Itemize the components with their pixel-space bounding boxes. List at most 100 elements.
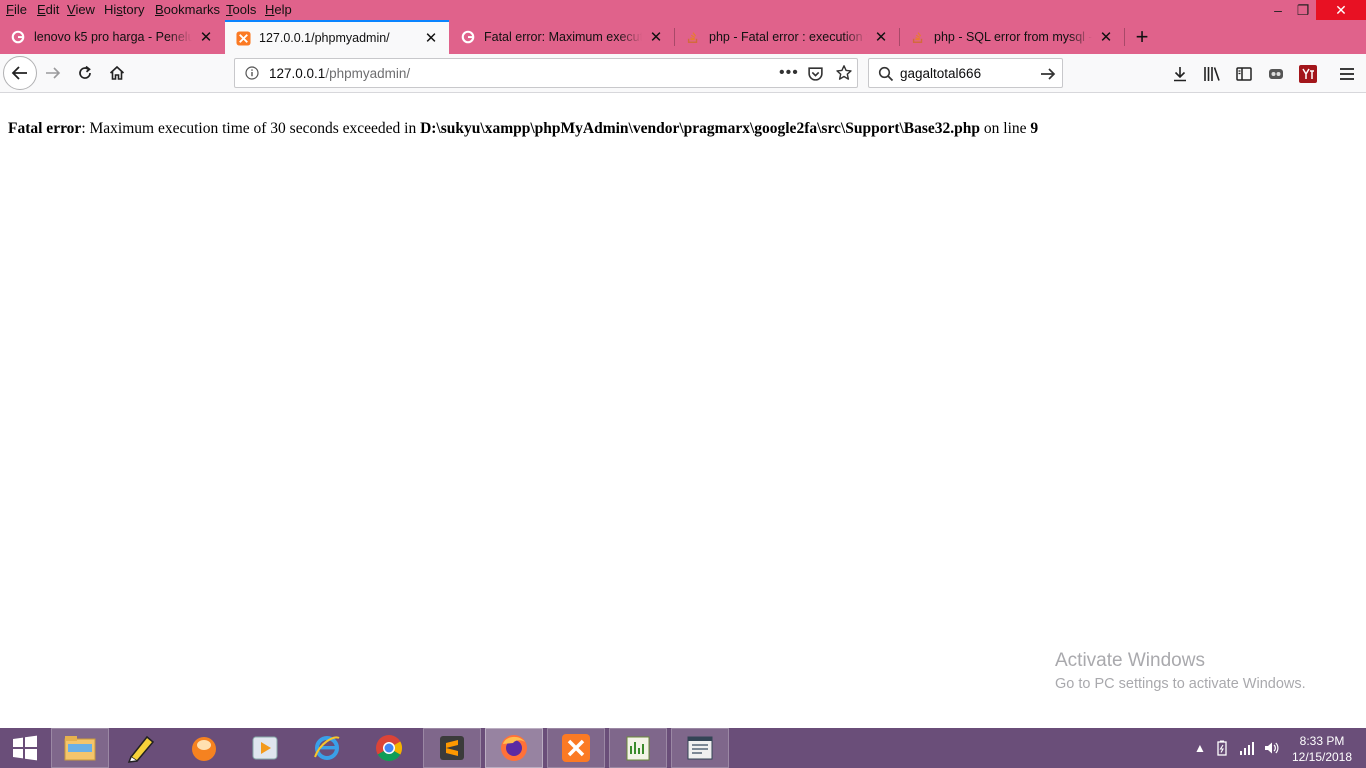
taskbar-internet-explorer[interactable] <box>298 728 356 768</box>
page-content: Fatal error: Maximum execution time of 3… <box>0 93 1366 728</box>
close-icon[interactable]: ✕ <box>423 29 439 47</box>
close-window-button[interactable]: ✕ <box>1316 0 1366 20</box>
back-arrow-icon <box>11 66 27 80</box>
search-input[interactable]: gagaltotal666 <box>900 66 981 81</box>
library-icon <box>1204 67 1220 81</box>
library-button[interactable] <box>1201 63 1223 85</box>
google-icon <box>460 29 476 45</box>
forward-arrow-icon <box>46 67 61 79</box>
info-icon[interactable] <box>245 66 259 80</box>
forward-button[interactable] <box>38 58 68 88</box>
file-explorer-icon <box>64 736 96 761</box>
url-text[interactable]: 127.0.0.1/phpmyadmin/ <box>269 66 410 81</box>
media-player-icon <box>252 736 278 760</box>
error-message: : Maximum execution time of 30 seconds e… <box>81 120 421 137</box>
pocket-icon[interactable] <box>807 65 824 82</box>
tab-title: 127.0.0.1/phpmyadmin/ <box>259 31 390 45</box>
hamburger-menu-icon <box>1340 68 1354 80</box>
download-icon <box>1174 67 1186 82</box>
error-line-number: 9 <box>1030 120 1039 137</box>
system-clock[interactable]: 8:33 PM 12/15/2018 <box>1282 733 1362 765</box>
tab-stackoverflow-fatal[interactable]: php - Fatal error : execution tin ✕ <box>675 20 899 53</box>
tab-lenovo-search[interactable]: lenovo k5 pro harga - Penelusu ✕ <box>0 20 224 53</box>
watermark-subtitle: Go to PC settings to activate Windows. <box>1055 676 1306 692</box>
error-label: Fatal error <box>8 120 82 137</box>
start-button[interactable] <box>0 728 50 768</box>
close-icon[interactable]: ✕ <box>1098 28 1114 46</box>
close-icon[interactable]: ✕ <box>198 28 214 46</box>
extension-icon <box>1269 69 1283 79</box>
close-icon[interactable]: ✕ <box>873 28 889 46</box>
bookmark-star-icon[interactable] <box>835 64 853 82</box>
reload-icon <box>79 65 91 79</box>
back-button[interactable] <box>3 56 37 90</box>
new-tab-button[interactable]: + <box>1128 20 1156 54</box>
php-fatal-error-message: Fatal error: Maximum execution time of 3… <box>8 120 1038 138</box>
home-button[interactable] <box>102 58 132 88</box>
menu-bookmarks[interactable]: Bookmarks <box>155 2 220 17</box>
network-signal-icon[interactable] <box>1239 740 1255 756</box>
firefox-icon <box>501 735 527 761</box>
taskbar-sublime-text[interactable] <box>423 728 481 768</box>
activate-windows-watermark: Activate Windows Go to PC settings to ac… <box>1055 650 1306 692</box>
menu-tools[interactable]: Tools <box>226 2 256 17</box>
tab-stackoverflow-sql[interactable]: php - SQL error from mysql - St ✕ <box>900 20 1124 53</box>
volume-icon[interactable] <box>1263 740 1279 756</box>
tab-fatal-error-search[interactable]: Fatal error: Maximum executio ✕ <box>450 20 674 53</box>
battery-charging-icon[interactable] <box>1214 740 1230 756</box>
sidebar-icon <box>1236 67 1252 81</box>
vlc-style-icon <box>192 737 216 761</box>
menu-help[interactable]: Help <box>265 2 292 17</box>
clock-date: 12/15/2018 <box>1291 750 1353 764</box>
menu-history[interactable]: History <box>104 2 144 17</box>
taskbar-pencil-app[interactable] <box>113 728 171 768</box>
chrome-icon <box>376 735 403 762</box>
open-menu-button[interactable] <box>1336 63 1358 85</box>
tab-phpmyadmin[interactable]: 127.0.0.1/phpmyadmin/ ✕ <box>225 20 449 54</box>
notepad-chart-icon <box>626 736 650 761</box>
stackoverflow-icon <box>685 29 701 45</box>
tab-strip: lenovo k5 pro harga - Penelusu ✕ 127.0.0… <box>0 20 1366 54</box>
taskbar-media-app[interactable] <box>175 728 233 768</box>
taskbar-chrome[interactable] <box>360 728 418 768</box>
tab-title: php - SQL error from mysql - St <box>934 29 1092 44</box>
downloads-button[interactable] <box>1169 63 1191 85</box>
url-bar[interactable]: 127.0.0.1/phpmyadmin/ ••• <box>234 58 858 88</box>
taskbar-window-app[interactable] <box>671 728 729 768</box>
navigation-toolbar: 127.0.0.1/phpmyadmin/ ••• gagaltotal666 <box>0 54 1366 93</box>
tab-separator <box>1124 28 1125 46</box>
menu-file[interactable]: File <box>6 2 27 17</box>
error-line-prefix: on line <box>980 120 1031 137</box>
search-icon <box>878 66 894 82</box>
clock-time: 8:33 PM <box>1299 734 1345 748</box>
home-icon <box>109 65 125 80</box>
window-app-icon <box>687 736 713 760</box>
search-bar[interactable]: gagaltotal666 <box>868 58 1063 88</box>
tab-title: Fatal error: Maximum executio <box>484 29 642 44</box>
close-icon[interactable]: ✕ <box>648 28 664 46</box>
xampp-icon <box>562 734 590 762</box>
taskbar-media-player[interactable] <box>236 728 294 768</box>
extension-button[interactable] <box>1265 63 1287 85</box>
google-icon <box>10 29 26 45</box>
youtube-downloader-button[interactable] <box>1297 63 1319 85</box>
taskbar-notepad-chart[interactable] <box>609 728 667 768</box>
taskbar-xampp[interactable] <box>547 728 605 768</box>
menu-edit[interactable]: Edit <box>37 2 59 17</box>
menu-view[interactable]: View <box>67 2 95 17</box>
show-hidden-icons-chevron-icon[interactable]: ▲ <box>1192 740 1208 756</box>
taskbar-file-explorer[interactable] <box>51 728 109 768</box>
search-go-arrow-icon[interactable] <box>1039 65 1057 83</box>
taskbar-firefox[interactable] <box>485 728 543 768</box>
watermark-title: Activate Windows <box>1055 650 1205 671</box>
stackoverflow-icon <box>910 29 926 45</box>
browser-titlebar: File Edit View History Bookmarks Tools H… <box>0 0 1366 54</box>
menu-bar: File Edit View History Bookmarks Tools H… <box>0 0 1366 20</box>
tab-title: php - Fatal error : execution tin <box>709 29 867 44</box>
tab-title: lenovo k5 pro harga - Penelusu <box>34 29 192 44</box>
sidebar-button[interactable] <box>1233 63 1255 85</box>
page-actions-menu-icon[interactable]: ••• <box>779 64 799 82</box>
reload-button[interactable] <box>70 58 100 88</box>
youtube-downloader-icon <box>1299 65 1317 83</box>
xampp-icon <box>235 30 251 46</box>
